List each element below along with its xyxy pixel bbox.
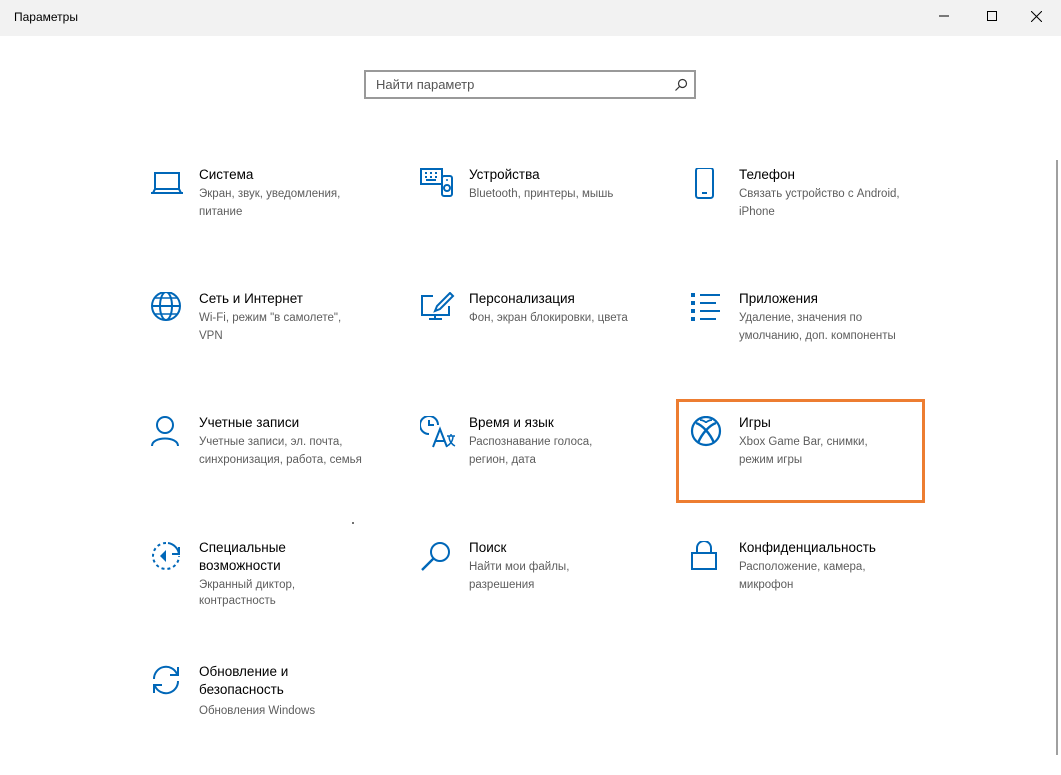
tile-accounts[interactable]: Учетные записи Учетные записи, эл. почта…: [150, 415, 390, 526]
tile-desc: контрастность: [199, 595, 276, 607]
tile-privacy[interactable]: Конфиденциальность Расположение, камера,…: [690, 540, 930, 651]
tile-desc: Bluetooth, принтеры, мышь: [469, 188, 614, 200]
search-box[interactable]: [364, 70, 696, 99]
lock-icon: [690, 541, 726, 577]
tile-title: Конфиденциальность: [739, 540, 876, 555]
tile-desc: Распознавание голоса,: [469, 436, 593, 448]
apps-list-icon: [690, 292, 726, 328]
tile-title: Телефон: [739, 167, 796, 182]
tile-title: Устройства: [469, 167, 540, 182]
tile-desc: Обновления Windows: [199, 705, 316, 717]
tile-apps[interactable]: Приложения Удаление, значения по умолчан…: [690, 291, 930, 402]
tile-desc: Расположение, камера,: [739, 561, 866, 573]
tile-desc: Связать устройство с Android,: [739, 188, 900, 200]
tile-title: Приложения: [739, 291, 818, 306]
devices-icon: [420, 168, 456, 204]
phone-icon: [690, 168, 726, 204]
tile-desc: VPN: [199, 330, 223, 342]
close-button[interactable]: [1013, 0, 1059, 32]
tile-title: Система: [199, 167, 254, 182]
tile-desc: Wi-Fi, режим "в самолете",: [199, 312, 342, 324]
tile-desc: микрофон: [739, 579, 794, 591]
dot-artifact: [352, 522, 354, 524]
tile-title: Специальные возможности: [199, 540, 286, 573]
person-icon: [150, 416, 186, 452]
tile-desc: разрешения: [469, 579, 535, 591]
tile-update-security[interactable]: Обновление и безопасность Обновления Win…: [150, 664, 390, 775]
paint-icon: [420, 292, 456, 328]
tile-personalization[interactable]: Персонализация Фон, экран блокировки, цв…: [420, 291, 660, 402]
tile-desc: режим игры: [739, 454, 803, 466]
tile-title: Персонализация: [469, 291, 575, 306]
tile-system[interactable]: Система Экран, звук, уведомления, питани…: [150, 167, 390, 278]
window-title: Параметры: [14, 10, 78, 24]
tile-title: Игры: [739, 415, 771, 430]
time-language-icon: [420, 416, 456, 452]
title-bar: Параметры: [0, 0, 1061, 36]
tile-desc: питание: [199, 206, 243, 218]
tile-title: Обновление и безопасность: [199, 664, 289, 697]
tile-phone[interactable]: Телефон Связать устройство с Android, iP…: [690, 167, 930, 278]
scrollbar[interactable]: [1056, 160, 1058, 755]
close-icon: [1030, 10, 1042, 22]
accessibility-icon: [150, 541, 186, 577]
tile-network[interactable]: Сеть и Интернет Wi-Fi, режим "в самолете…: [150, 291, 390, 402]
xbox-icon: [690, 416, 726, 452]
tile-gaming[interactable]: Игры Xbox Game Bar, снимки, режим игры: [690, 415, 930, 526]
globe-icon: [150, 292, 186, 328]
laptop-icon: [150, 168, 186, 204]
update-icon: [150, 665, 186, 701]
tile-desc: Найти мои файлы,: [469, 561, 570, 573]
tile-desc: Удаление, значения по: [739, 312, 863, 324]
tile-accessibility[interactable]: Специальные возможности Экранный диктор,…: [150, 540, 390, 651]
maximize-icon: [987, 11, 997, 21]
tile-desc: Экран, звук, уведомления,: [199, 188, 341, 200]
tile-time-language[interactable]: Время и язык Распознавание голоса, регио…: [420, 415, 660, 526]
tile-title: Учетные записи: [199, 415, 300, 430]
search-icon: [420, 541, 456, 577]
tile-search[interactable]: Поиск Найти мои файлы, разрешения: [420, 540, 660, 651]
tile-title: Сеть и Интернет: [199, 291, 303, 306]
minimize-icon: [939, 15, 949, 17]
tile-desc: Экранный диктор,: [199, 579, 296, 591]
tile-desc: iPhone: [739, 206, 775, 218]
tile-desc: Учетные записи, эл. почта,: [199, 436, 343, 448]
tile-title: Время и язык: [469, 415, 554, 430]
magnifier-icon: [675, 78, 688, 91]
search-input[interactable]: [366, 72, 666, 97]
minimize-button[interactable]: [921, 0, 967, 32]
tile-title: Поиск: [469, 540, 507, 555]
maximize-button[interactable]: [969, 0, 1015, 32]
tile-desc: умолчанию, доп. компоненты: [739, 330, 896, 342]
tile-desc: Фон, экран блокировки, цвета: [469, 312, 628, 324]
tile-devices[interactable]: Устройства Bluetooth, принтеры, мышь: [420, 167, 660, 278]
tile-desc: Xbox Game Bar, снимки,: [739, 436, 868, 448]
tile-desc: синхронизация, работа, семья: [199, 454, 362, 466]
tile-desc: регион, дата: [469, 454, 536, 466]
